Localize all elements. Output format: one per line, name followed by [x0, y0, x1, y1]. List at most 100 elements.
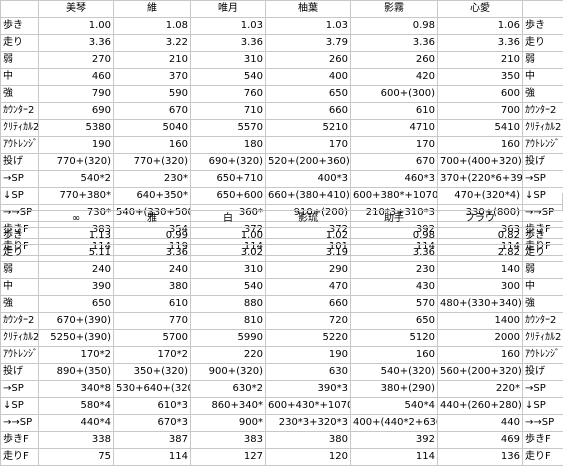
- row-label-right[interactable]: 強: [523, 86, 563, 103]
- stat-cell[interactable]: 260: [351, 52, 438, 69]
- row-label[interactable]: 弱: [1, 262, 39, 279]
- row-label[interactable]: ｱｳﾄﾚﾝｼﾞ: [1, 347, 39, 364]
- stat-cell[interactable]: 170*2: [39, 347, 114, 364]
- stat-cell[interactable]: 5380: [39, 120, 114, 137]
- stat-cell[interactable]: 810: [191, 313, 266, 330]
- stat-cell[interactable]: 770+(320): [114, 154, 191, 171]
- stat-cell[interactable]: 75: [39, 449, 114, 466]
- row-label-right[interactable]: 走り: [523, 35, 563, 52]
- stat-cell[interactable]: 170: [266, 137, 351, 154]
- stat-cell[interactable]: 0.82: [438, 228, 523, 245]
- stat-cell[interactable]: 140: [438, 262, 523, 279]
- row-label-right[interactable]: ｶｳﾝﾀｰ2: [523, 103, 563, 120]
- row-label[interactable]: →SP: [1, 171, 39, 188]
- row-label[interactable]: 走り: [1, 35, 39, 52]
- stat-cell[interactable]: 660: [266, 296, 351, 313]
- stat-cell[interactable]: 430: [351, 279, 438, 296]
- stat-cell[interactable]: 400: [266, 69, 351, 86]
- stat-cell[interactable]: 190: [39, 137, 114, 154]
- stat-cell[interactable]: 2.82: [438, 245, 523, 262]
- stat-cell[interactable]: 1.02: [266, 228, 351, 245]
- stat-cell[interactable]: 790: [39, 86, 114, 103]
- row-label[interactable]: 投げ: [1, 364, 39, 381]
- stat-cell[interactable]: 383: [191, 432, 266, 449]
- stat-cell[interactable]: 540: [191, 279, 266, 296]
- stat-cell[interactable]: 310: [191, 52, 266, 69]
- stat-cell[interactable]: 220*: [438, 381, 523, 398]
- stat-cell[interactable]: 1.03: [191, 18, 266, 35]
- stat-cell[interactable]: 600: [438, 86, 523, 103]
- stat-cell[interactable]: 380: [114, 279, 191, 296]
- stat-cell[interactable]: 400+(440*2+630): [351, 415, 438, 432]
- stat-cell[interactable]: 890+(350): [39, 364, 114, 381]
- character-header[interactable]: 雅: [114, 211, 191, 228]
- stat-cell[interactable]: 127: [191, 449, 266, 466]
- row-label-right[interactable]: 投げ: [523, 364, 563, 381]
- row-label-right[interactable]: 歩き: [523, 18, 563, 35]
- stat-cell[interactable]: 5250+(390): [39, 330, 114, 347]
- stat-cell[interactable]: 230: [351, 262, 438, 279]
- stat-cell[interactable]: 440: [438, 415, 523, 432]
- character-header[interactable]: 助手: [351, 211, 438, 228]
- stat-cell[interactable]: 610: [114, 296, 191, 313]
- character-header[interactable]: 維: [114, 1, 191, 18]
- stat-cell[interactable]: 770: [114, 313, 191, 330]
- stat-cell[interactable]: 3.79: [266, 35, 351, 52]
- stat-cell[interactable]: 160: [438, 137, 523, 154]
- stat-cell[interactable]: 5040: [114, 120, 191, 137]
- stat-cell[interactable]: 700: [438, 103, 523, 120]
- character-header[interactable]: 唯月: [191, 1, 266, 18]
- row-label[interactable]: 強: [1, 296, 39, 313]
- stat-cell[interactable]: 114: [114, 449, 191, 466]
- stat-cell[interactable]: 670+(390): [39, 313, 114, 330]
- stat-cell[interactable]: 3.19: [266, 245, 351, 262]
- row-label-right[interactable]: 走りF: [523, 449, 563, 466]
- stat-cell[interactable]: 190: [266, 347, 351, 364]
- row-label-right[interactable]: →SP: [523, 171, 563, 188]
- stat-cell[interactable]: 880: [191, 296, 266, 313]
- stat-cell[interactable]: 0.99: [114, 228, 191, 245]
- stat-cell[interactable]: 630: [266, 364, 351, 381]
- stat-cell[interactable]: 240: [39, 262, 114, 279]
- stat-cell[interactable]: 0.98: [351, 18, 438, 35]
- row-label[interactable]: 走り: [1, 245, 39, 262]
- stat-cell[interactable]: 700+(400+320): [438, 154, 523, 171]
- stat-cell[interactable]: 170: [351, 137, 438, 154]
- stat-cell[interactable]: 1.06: [438, 18, 523, 35]
- row-label[interactable]: 歩き: [1, 228, 39, 245]
- row-label-right[interactable]: 中: [523, 279, 563, 296]
- stat-cell[interactable]: 520+(200+360): [266, 154, 351, 171]
- character-header[interactable]: 心愛: [438, 1, 523, 18]
- corner-cell[interactable]: [1, 211, 39, 228]
- stat-cell[interactable]: 5570: [191, 120, 266, 137]
- corner-cell[interactable]: [523, 211, 563, 228]
- stat-cell[interactable]: 160: [351, 347, 438, 364]
- row-label[interactable]: 歩き: [1, 18, 39, 35]
- stat-cell[interactable]: 1.03: [266, 18, 351, 35]
- stat-cell[interactable]: 710: [191, 103, 266, 120]
- stat-cell[interactable]: 2000: [438, 330, 523, 347]
- stat-cell[interactable]: 3.36: [438, 35, 523, 52]
- row-label-right[interactable]: →SP: [523, 381, 563, 398]
- row-label[interactable]: ｸﾘﾃｨｶﾙ2: [1, 330, 39, 347]
- stat-cell[interactable]: 210: [114, 52, 191, 69]
- stat-cell[interactable]: 540*2: [39, 171, 114, 188]
- row-label[interactable]: ｸﾘﾃｨｶﾙ2: [1, 120, 39, 137]
- row-label[interactable]: 投げ: [1, 154, 39, 171]
- stat-cell[interactable]: 690: [39, 103, 114, 120]
- stat-cell[interactable]: 440*4: [39, 415, 114, 432]
- stat-cell[interactable]: 5220: [266, 330, 351, 347]
- stat-cell[interactable]: 387: [114, 432, 191, 449]
- stat-cell[interactable]: 760: [191, 86, 266, 103]
- stat-cell[interactable]: 460*3: [351, 171, 438, 188]
- stat-cell[interactable]: 650: [351, 313, 438, 330]
- row-label[interactable]: →SP: [1, 381, 39, 398]
- row-label-right[interactable]: 弱: [523, 262, 563, 279]
- stat-cell[interactable]: 0.98: [351, 228, 438, 245]
- stat-cell[interactable]: 350+(320): [114, 364, 191, 381]
- corner-cell[interactable]: [1, 1, 39, 18]
- stat-cell[interactable]: 670*3: [114, 415, 191, 432]
- row-label[interactable]: 走りF: [1, 449, 39, 466]
- row-label-right[interactable]: 弱: [523, 52, 563, 69]
- row-label-right[interactable]: 走り: [523, 245, 563, 262]
